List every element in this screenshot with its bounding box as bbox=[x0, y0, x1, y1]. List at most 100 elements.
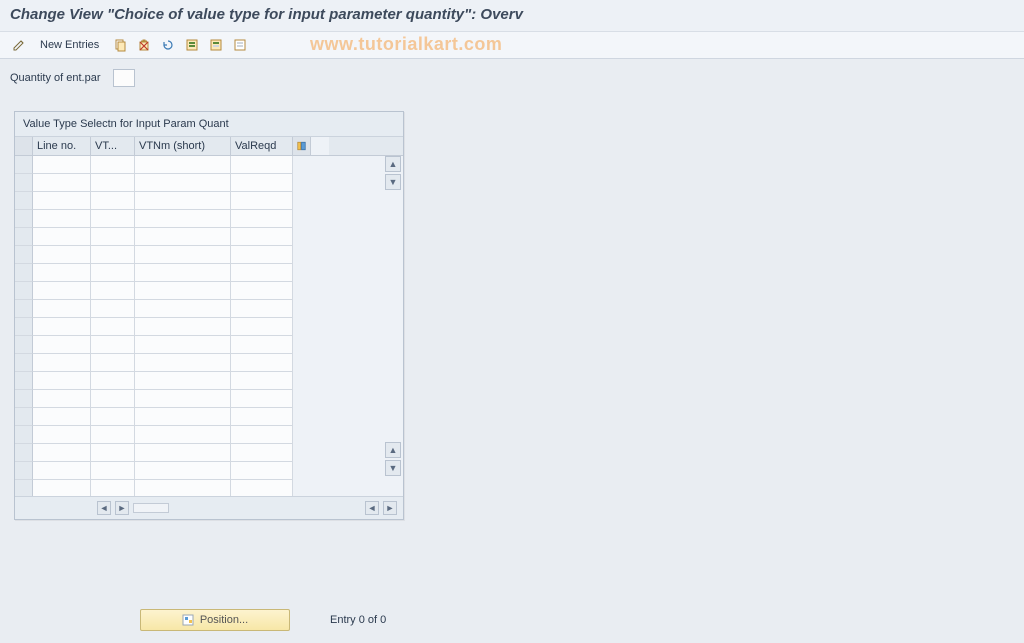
delete-icon[interactable] bbox=[135, 36, 153, 54]
table-cell[interactable] bbox=[33, 462, 91, 480]
table-cell[interactable] bbox=[91, 462, 135, 480]
table-cell[interactable] bbox=[33, 264, 91, 282]
table-cell[interactable] bbox=[91, 426, 135, 444]
table-cell[interactable] bbox=[91, 228, 135, 246]
table-cell[interactable] bbox=[91, 174, 135, 192]
table-cell[interactable] bbox=[33, 444, 91, 462]
table-cell[interactable] bbox=[91, 444, 135, 462]
table-cell[interactable] bbox=[135, 372, 231, 390]
table-cell[interactable] bbox=[135, 426, 231, 444]
new-entries-button[interactable]: New Entries bbox=[34, 37, 105, 53]
table-cell[interactable] bbox=[135, 480, 231, 496]
row-selector-cell[interactable] bbox=[15, 318, 33, 336]
table-cell[interactable] bbox=[135, 156, 231, 174]
table-cell[interactable] bbox=[135, 444, 231, 462]
table-cell[interactable] bbox=[33, 408, 91, 426]
row-selector-cell[interactable] bbox=[15, 354, 33, 372]
row-selector-header[interactable] bbox=[15, 137, 33, 155]
row-selector-cell[interactable] bbox=[15, 264, 33, 282]
table-cell[interactable] bbox=[135, 246, 231, 264]
table-cell[interactable] bbox=[135, 462, 231, 480]
table-cell[interactable] bbox=[91, 408, 135, 426]
table-cell[interactable] bbox=[231, 192, 293, 210]
hscroll-last-icon[interactable]: ► bbox=[383, 501, 397, 515]
toggle-display-change-icon[interactable] bbox=[10, 36, 28, 54]
table-cell[interactable] bbox=[231, 426, 293, 444]
table-cell[interactable] bbox=[33, 192, 91, 210]
row-selector-cell[interactable] bbox=[15, 210, 33, 228]
scroll-up-arrow-icon[interactable]: ▲ bbox=[385, 156, 401, 172]
select-all-icon[interactable] bbox=[183, 36, 201, 54]
table-cell[interactable] bbox=[231, 264, 293, 282]
table-cell[interactable] bbox=[135, 174, 231, 192]
table-cell[interactable] bbox=[135, 336, 231, 354]
row-selector-cell[interactable] bbox=[15, 390, 33, 408]
table-cell[interactable] bbox=[33, 246, 91, 264]
table-cell[interactable] bbox=[135, 282, 231, 300]
table-cell[interactable] bbox=[33, 480, 91, 496]
col-line-no[interactable]: Line no. bbox=[33, 137, 91, 155]
table-cell[interactable] bbox=[33, 174, 91, 192]
table-cell[interactable] bbox=[231, 228, 293, 246]
row-selector-cell[interactable] bbox=[15, 192, 33, 210]
table-cell[interactable] bbox=[33, 228, 91, 246]
table-cell[interactable] bbox=[91, 264, 135, 282]
table-cell[interactable] bbox=[231, 174, 293, 192]
table-cell[interactable] bbox=[91, 192, 135, 210]
row-selector-cell[interactable] bbox=[15, 282, 33, 300]
table-cell[interactable] bbox=[33, 390, 91, 408]
table-cell[interactable] bbox=[231, 282, 293, 300]
table-cell[interactable] bbox=[91, 372, 135, 390]
table-cell[interactable] bbox=[135, 318, 231, 336]
row-selector-cell[interactable] bbox=[15, 336, 33, 354]
table-cell[interactable] bbox=[231, 336, 293, 354]
table-cell[interactable] bbox=[135, 408, 231, 426]
table-cell[interactable] bbox=[231, 390, 293, 408]
table-cell[interactable] bbox=[135, 300, 231, 318]
row-selector-cell[interactable] bbox=[15, 426, 33, 444]
table-cell[interactable] bbox=[231, 318, 293, 336]
table-cell[interactable] bbox=[91, 390, 135, 408]
table-cell[interactable] bbox=[231, 462, 293, 480]
hscroll-next-icon[interactable]: ◄ bbox=[365, 501, 379, 515]
scroll-up-arrow2-icon[interactable]: ▲ bbox=[385, 442, 401, 458]
table-cell[interactable] bbox=[135, 264, 231, 282]
row-selector-cell[interactable] bbox=[15, 408, 33, 426]
table-cell[interactable] bbox=[231, 300, 293, 318]
table-cell[interactable] bbox=[91, 282, 135, 300]
table-cell[interactable] bbox=[91, 246, 135, 264]
table-cell[interactable] bbox=[33, 300, 91, 318]
table-cell[interactable] bbox=[91, 480, 135, 496]
select-block-icon[interactable] bbox=[207, 36, 225, 54]
table-cell[interactable] bbox=[91, 318, 135, 336]
table-cell[interactable] bbox=[231, 354, 293, 372]
copy-as-icon[interactable] bbox=[111, 36, 129, 54]
table-cell[interactable] bbox=[135, 210, 231, 228]
row-selector-cell[interactable] bbox=[15, 462, 33, 480]
table-cell[interactable] bbox=[231, 156, 293, 174]
table-cell[interactable] bbox=[33, 156, 91, 174]
table-cell[interactable] bbox=[33, 426, 91, 444]
row-selector-cell[interactable] bbox=[15, 246, 33, 264]
row-selector-cell[interactable] bbox=[15, 174, 33, 192]
table-cell[interactable] bbox=[91, 156, 135, 174]
col-vt[interactable]: VT... bbox=[91, 137, 135, 155]
table-cell[interactable] bbox=[91, 354, 135, 372]
table-cell[interactable] bbox=[135, 354, 231, 372]
row-selector-cell[interactable] bbox=[15, 300, 33, 318]
table-cell[interactable] bbox=[231, 444, 293, 462]
configure-columns-icon[interactable] bbox=[293, 137, 311, 155]
table-cell[interactable] bbox=[91, 210, 135, 228]
hscroll-first-icon[interactable]: ◄ bbox=[97, 501, 111, 515]
table-cell[interactable] bbox=[135, 192, 231, 210]
deselect-all-icon[interactable] bbox=[231, 36, 249, 54]
scroll-down-arrow2-icon[interactable]: ▼ bbox=[385, 460, 401, 476]
table-cell[interactable] bbox=[135, 390, 231, 408]
row-selector-cell[interactable] bbox=[15, 372, 33, 390]
table-cell[interactable] bbox=[91, 336, 135, 354]
table-cell[interactable] bbox=[135, 228, 231, 246]
table-cell[interactable] bbox=[231, 480, 293, 496]
undo-change-icon[interactable] bbox=[159, 36, 177, 54]
table-cell[interactable] bbox=[33, 336, 91, 354]
scroll-down-arrow-icon[interactable]: ▼ bbox=[385, 174, 401, 190]
